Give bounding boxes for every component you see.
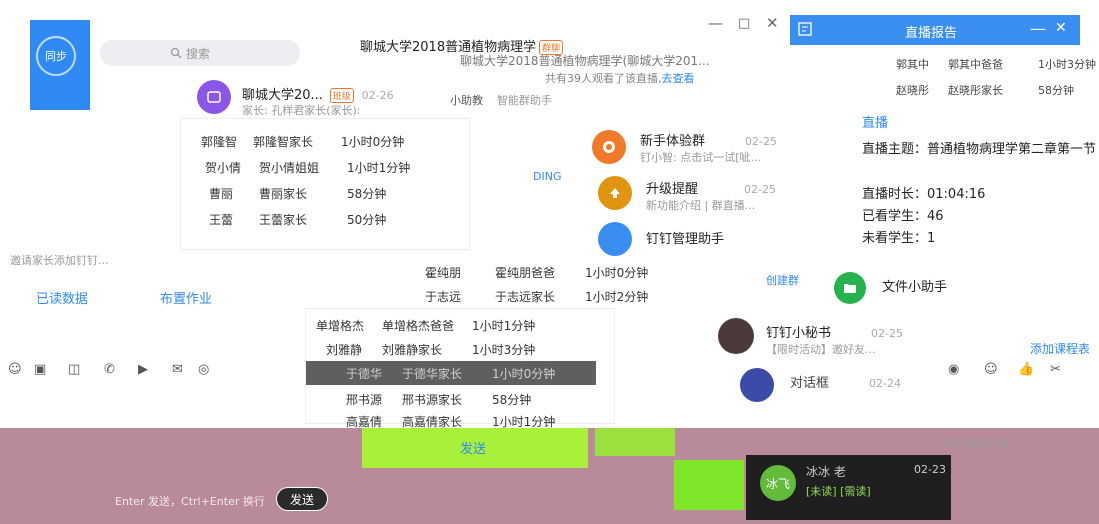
table-row[interactable]: 郭隆智 郭隆智家长 1小时0分钟 xyxy=(181,129,471,153)
newbie-group-avatar xyxy=(592,130,626,164)
center-send-label: 发送 xyxy=(460,442,487,457)
chat-item-secretary-sub: 【限时活动】邀好友... xyxy=(766,343,876,356)
tab-assign-homework[interactable]: 布置作业 xyxy=(160,288,212,307)
app-logo-text: 同步 xyxy=(36,36,76,76)
chat-item-secretary[interactable]: 钉钉小秘书 02-25 xyxy=(766,322,903,341)
member-list-c: 单增格杰 单增格杰爸爸 1小时1分钟 刘雅静 刘雅静家长 1小时3分钟 于德华 于德华家长… xyxy=(305,308,615,429)
chat-item-upgrade-sub: 新功能介绍 | 群直播... xyxy=(646,199,756,212)
table-row[interactable]: 于志远 于志远家长 1小时2分钟 xyxy=(415,284,705,308)
tab-read-data[interactable]: 已读数据 xyxy=(36,288,88,307)
green-overlay xyxy=(674,460,744,510)
enter-tip: Enter 发送，Ctrl+Enter 换行 xyxy=(115,495,265,508)
app-logo[interactable]: 同步 xyxy=(30,20,90,110)
secretary-avatar xyxy=(718,318,754,354)
chat-item-admin[interactable]: 钉钉管理助手 xyxy=(646,228,724,247)
live-report-header: 直播报告 — ✕ xyxy=(790,15,1080,45)
table-row[interactable]: 单增格杰 单增格杰爸爸 1小时1分钟 xyxy=(306,313,596,337)
green-overlay xyxy=(595,428,675,456)
live-icon[interactable]: ▶ xyxy=(138,362,148,377)
create-group-label[interactable]: 创建群 xyxy=(766,272,799,288)
window-maximize-button[interactable]: □ xyxy=(738,16,750,31)
phone-icon[interactable]: ✆ xyxy=(104,362,115,377)
admin-avatar xyxy=(598,222,632,256)
live-note-link[interactable]: 去查看 xyxy=(662,72,695,85)
avatar: 冰飞 xyxy=(760,465,796,501)
card-name: 冰冰 老 xyxy=(806,465,846,479)
mail-icon[interactable]: ✉ xyxy=(172,362,183,377)
chat-item-file-helper[interactable]: 文件小助手 xyxy=(882,276,947,295)
member-list-a: 郭隆智 郭隆智家长 1小时0分钟 贺小倩 贺小倩姐姐 1小时1分钟 曹丽 曹丽家长 58分钟… xyxy=(180,118,470,250)
report-topic: 直播主题：普通植物病理学第二章第一节 xyxy=(862,142,1097,157)
invite-tip: 邀请家长添加钉钉... xyxy=(10,254,109,267)
chat-item-upgrade[interactable]: 升级提醒 02-25 xyxy=(646,178,776,197)
scissors-icon[interactable]: ✂ xyxy=(1050,362,1061,377)
search-icon xyxy=(170,47,182,59)
upgrade-avatar xyxy=(598,176,632,210)
file-helper-avatar xyxy=(834,272,866,304)
live-note: 共有39人观看了该直播,去查看 xyxy=(545,72,695,85)
file-icon[interactable]: ◫ xyxy=(68,362,80,377)
emoji-icon[interactable]: ☺ xyxy=(8,362,22,377)
folder-icon[interactable]: ▣ xyxy=(34,362,46,377)
welcome-mail: 欢迎使用钉邮 xyxy=(944,437,1010,450)
table-row[interactable]: 王蕾 王蕾家长 50分钟 xyxy=(181,207,471,231)
report-row: 郭其中 郭其中爸爸 1小时3分钟 xyxy=(896,58,1096,71)
search-input[interactable]: 搜索 xyxy=(100,40,300,66)
secret-icon[interactable]: ◎ xyxy=(198,362,209,377)
report-unwatched: 未看学生：1 xyxy=(862,231,936,246)
chat-item-class-group[interactable]: 聊城大学20... 班级 02-26 xyxy=(242,84,394,103)
report-duration: 直播时长：01:04:16 xyxy=(862,187,986,202)
chat-item-newbie[interactable]: 新手体验群 02-25 xyxy=(640,130,777,149)
table-row-selected[interactable]: 于德华 于德华家长 1小时0分钟 xyxy=(306,361,596,385)
table-row[interactable]: 邢书源 邢书源家长 58分钟 xyxy=(306,387,596,411)
member-list-b: 霍纯朋 霍纯朋爸爸 1小时0分钟 于志远 于志远家长 1小时2分钟 xyxy=(415,256,715,308)
report-icon xyxy=(798,22,812,39)
dialog-avatar xyxy=(740,368,774,402)
report-watched: 已看学生：46 xyxy=(862,209,944,224)
table-row[interactable]: 曹丽 曹丽家长 58分钟 xyxy=(181,181,471,205)
chat-item-sub: 家长: 孔样君家长(家长): xyxy=(242,104,361,117)
report-live-label: 直播 xyxy=(862,116,889,131)
thumbs-up-icon[interactable]: 👍 xyxy=(1018,362,1034,377)
class-tag: 班级 xyxy=(329,88,354,103)
report-title: 直播报告 xyxy=(905,26,958,41)
chat-item-dialog[interactable]: 对话框 02-24 xyxy=(790,372,901,391)
chat-item-newbie-sub: 钉小智: 点击试一试[呲... xyxy=(640,151,761,164)
table-row[interactable]: 刘雅静 刘雅静家长 1小时3分钟 xyxy=(306,337,596,361)
send-button[interactable]: 发送 xyxy=(276,487,328,511)
group-subtitle: 聊城大学2018普通植物病理学(聊城大学201... xyxy=(460,54,710,68)
report-close-button[interactable]: ✕ xyxy=(1055,20,1067,36)
table-row[interactable]: 霍纯朋 霍纯朋爸爸 1小时0分钟 xyxy=(415,260,705,284)
avatar xyxy=(197,80,231,114)
smile-icon[interactable]: ☺ xyxy=(984,362,998,377)
helper-label: 小助教 智能群助手 xyxy=(450,94,552,107)
table-row[interactable]: 贺小倩 贺小倩姐姐 1小时1分钟 xyxy=(181,155,471,179)
window-close-button[interactable]: ✕ xyxy=(766,14,779,32)
add-schedule-link[interactable]: 添加课程表 xyxy=(1030,340,1090,357)
report-summary: 直播 直播主题：普通植物病理学第二章第一节 直播时长：01:04:16 已看学生… xyxy=(850,108,1099,248)
card-date: 02-23 xyxy=(914,463,946,476)
gif-icon[interactable]: ◉ xyxy=(948,362,959,377)
report-minimize-button[interactable]: — xyxy=(1030,19,1046,38)
chat-item-dark[interactable]: 冰飞 冰冰 老 02-23 [未读] [需读] xyxy=(746,455,951,520)
card-sub: [未读] [需读] xyxy=(806,485,871,498)
report-row: 赵晓彤 赵晓彤家长 58分钟 xyxy=(896,84,1074,97)
window-minimize-button[interactable]: — xyxy=(708,14,723,32)
ding-label[interactable]: DING xyxy=(533,170,561,183)
search-placeholder: 搜索 xyxy=(186,46,211,61)
